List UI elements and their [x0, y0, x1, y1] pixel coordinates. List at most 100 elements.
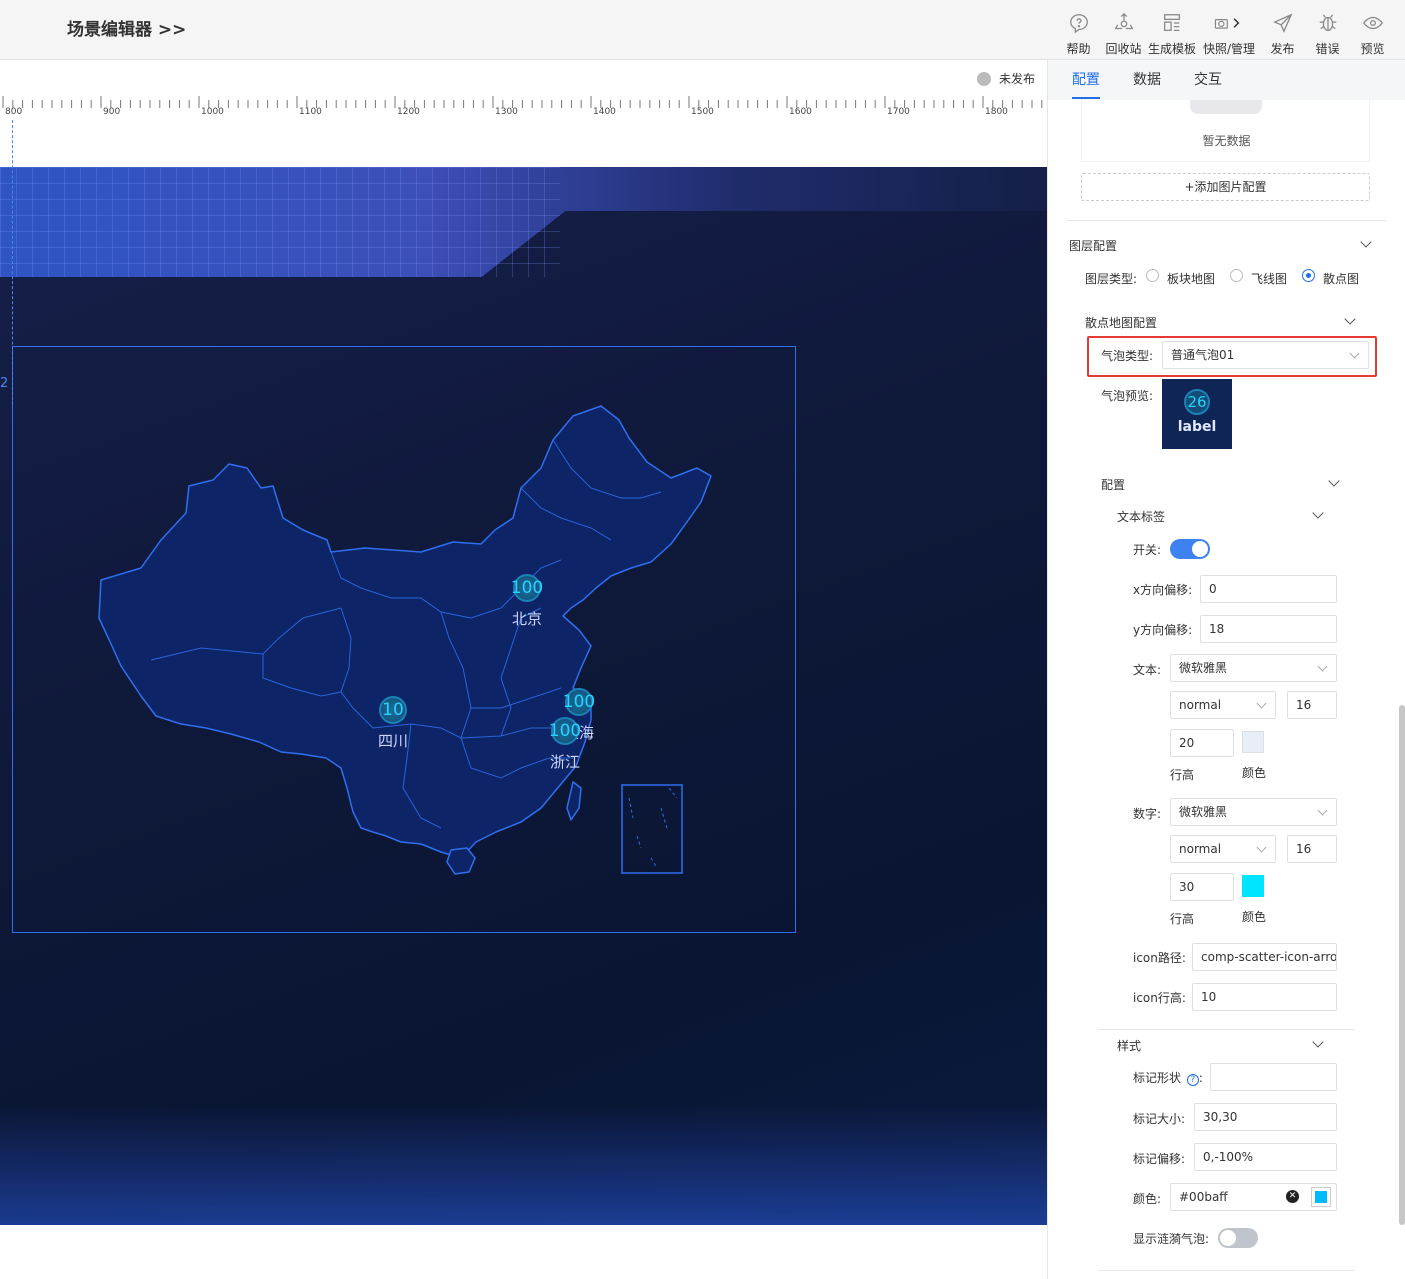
- config-chevron-icon[interactable]: [1328, 475, 1340, 487]
- marker-offset-label: 标记偏移:: [1133, 1152, 1186, 1166]
- stage-grid-decoration: [0, 167, 560, 277]
- bubble-preview-label: 气泡预览:: [1101, 389, 1154, 403]
- divider: [1066, 220, 1386, 221]
- number-size-input[interactable]: 16: [1287, 835, 1337, 863]
- icon-path-label: icon路径:: [1133, 951, 1186, 965]
- number-font-label: 数字:: [1133, 807, 1162, 821]
- number-line-height-input[interactable]: 30: [1170, 873, 1234, 901]
- radio-flyline[interactable]: [1230, 269, 1243, 282]
- marker-shape-label: 标记形状 ?:: [1133, 1071, 1203, 1086]
- text-color-caption: 颜色: [1242, 766, 1267, 780]
- help-icon: [1069, 14, 1088, 34]
- number-font-select[interactable]: 微软雅黑: [1170, 798, 1337, 826]
- scene-stage[interactable]: 100 北京 10 四川 100 上海 100 浙江: [0, 167, 1047, 1225]
- horizontal-ruler[interactable]: 800 900 1000 1100 1200 1300 1400 1500 1600 1700 18…: [0, 94, 1047, 118]
- number-line-height-caption: 行高: [1170, 912, 1195, 926]
- tab-interaction[interactable]: 交互: [1194, 60, 1255, 100]
- publish-button[interactable]: 发布: [1260, 8, 1305, 58]
- map-component[interactable]: 100 北京 10 四川 100 上海 100 浙江: [12, 346, 796, 933]
- text-label-chevron-icon[interactable]: [1312, 507, 1324, 519]
- icon-line-height-label: icon行高:: [1133, 991, 1186, 1005]
- error-button[interactable]: 错误: [1305, 8, 1350, 58]
- vertical-guide-line[interactable]: [12, 120, 13, 405]
- ruler-label: 1800: [985, 107, 1008, 117]
- marker-size-label: 标记大小:: [1133, 1112, 1186, 1126]
- ripple-bubble-switch[interactable]: [1218, 1228, 1258, 1248]
- text-size-input[interactable]: 16: [1287, 691, 1337, 719]
- tab-data[interactable]: 数据: [1133, 60, 1194, 100]
- map-marker-beijing[interactable]: 100 北京: [509, 574, 545, 629]
- scatter-config-chevron-icon[interactable]: [1344, 313, 1356, 325]
- panel-scrollbar[interactable]: [1399, 705, 1405, 1225]
- ruler-ticks: 800 900 1000 1100 1200 1300 1400 1500 1600 1700 18…: [2, 96, 1043, 117]
- preview-text: label: [1177, 419, 1217, 435]
- help-button[interactable]: 帮助: [1056, 8, 1101, 58]
- icon-path-input[interactable]: comp-scatter-icon-arrow: [1192, 943, 1337, 971]
- map-hainan: [446, 847, 476, 875]
- radio-scatter[interactable]: [1302, 269, 1315, 282]
- question-circle-icon[interactable]: ?: [1186, 1074, 1199, 1086]
- marker-value: 100: [562, 692, 596, 712]
- config-panel: 配置 数据 交互 暂无数据 +添加图片配置 图层配置 图层类型: 板块地图 飞线…: [1047, 60, 1405, 1279]
- text-color-swatch[interactable]: [1242, 731, 1264, 753]
- text-line-height-caption: 行高: [1170, 768, 1195, 782]
- x-offset-label: x方向偏移:: [1133, 583, 1193, 597]
- icon-line-height-input[interactable]: 10: [1192, 983, 1337, 1011]
- ruler-label: 1000: [201, 107, 224, 117]
- radio-block-map[interactable]: [1146, 269, 1159, 282]
- app-title: 场景编辑器 >>: [67, 20, 187, 40]
- config-title: 配置: [1101, 478, 1126, 492]
- marker-offset-input[interactable]: 0,-100%: [1194, 1143, 1337, 1171]
- ruler-label: 1400: [593, 107, 616, 117]
- text-weight-select[interactable]: normal: [1170, 691, 1276, 719]
- snapshot-button[interactable]: 快照/管理: [1198, 8, 1260, 58]
- empty-text: 暂无数据: [1202, 134, 1251, 148]
- marker-shape-input[interactable]: [1210, 1063, 1337, 1091]
- bubble-preview-image: 26 label: [1162, 379, 1232, 449]
- radio-block-map-label[interactable]: 板块地图: [1167, 270, 1215, 287]
- text-line-height-input[interactable]: 20: [1170, 729, 1234, 757]
- divider: [1098, 1270, 1354, 1271]
- text-label-switch[interactable]: [1170, 539, 1210, 559]
- help-label: 帮助: [1066, 42, 1091, 56]
- map-marker-zhejiang[interactable]: 100 浙江: [545, 717, 585, 772]
- x-offset-input[interactable]: 0: [1200, 575, 1337, 603]
- camera-icon: [1214, 18, 1240, 29]
- switch-knob: [1220, 1230, 1236, 1246]
- tab-config[interactable]: 配置: [1072, 60, 1133, 100]
- number-color-swatch[interactable]: [1242, 875, 1264, 897]
- marker-value: 10: [382, 700, 404, 720]
- recycle-icon: [1114, 12, 1133, 30]
- style-chevron-icon[interactable]: [1312, 1036, 1324, 1048]
- ruler-label: 1100: [299, 107, 322, 117]
- clear-circle-icon[interactable]: ✕: [1286, 1190, 1299, 1203]
- recycle-label: 回收站: [1105, 42, 1142, 56]
- y-offset-input[interactable]: 18: [1200, 615, 1337, 643]
- number-weight-select[interactable]: normal: [1170, 835, 1276, 863]
- preview-button[interactable]: 预览: [1350, 8, 1395, 58]
- color-label: 颜色:: [1133, 1192, 1162, 1206]
- marker-size-input[interactable]: 30,30: [1194, 1103, 1337, 1131]
- status-dot: [976, 71, 991, 86]
- eye-icon: [1362, 16, 1383, 30]
- radio-scatter-label[interactable]: 散点图: [1323, 270, 1359, 287]
- layer-config-chevron-icon[interactable]: [1360, 236, 1372, 248]
- text-font-select[interactable]: 微软雅黑: [1170, 654, 1337, 682]
- preview-label: 预览: [1360, 42, 1385, 56]
- marker-value: 100: [548, 721, 582, 741]
- map-marker-sichuan[interactable]: 10 四川: [375, 696, 411, 751]
- radio-flyline-label[interactable]: 飞线图: [1251, 270, 1287, 287]
- color-picker-swatch[interactable]: [1311, 1187, 1331, 1207]
- map-mainland: [98, 405, 712, 859]
- bubble-type-select[interactable]: 普通气泡01: [1162, 341, 1369, 369]
- scatter-config-title: 散点地图配置: [1085, 316, 1158, 330]
- layer-type-label: 图层类型:: [1085, 272, 1138, 286]
- status-text: 未发布: [998, 72, 1035, 86]
- china-map: [98, 405, 712, 875]
- text-label-section-title: 文本标签: [1117, 510, 1166, 524]
- add-image-config-button[interactable]: +添加图片配置: [1081, 173, 1370, 201]
- text-font-label: 文本:: [1133, 663, 1162, 677]
- recycle-button[interactable]: 回收站: [1101, 8, 1146, 58]
- panel-tabs: 配置 数据 交互: [1048, 60, 1405, 100]
- generate-template-button[interactable]: 生成模板: [1146, 8, 1198, 58]
